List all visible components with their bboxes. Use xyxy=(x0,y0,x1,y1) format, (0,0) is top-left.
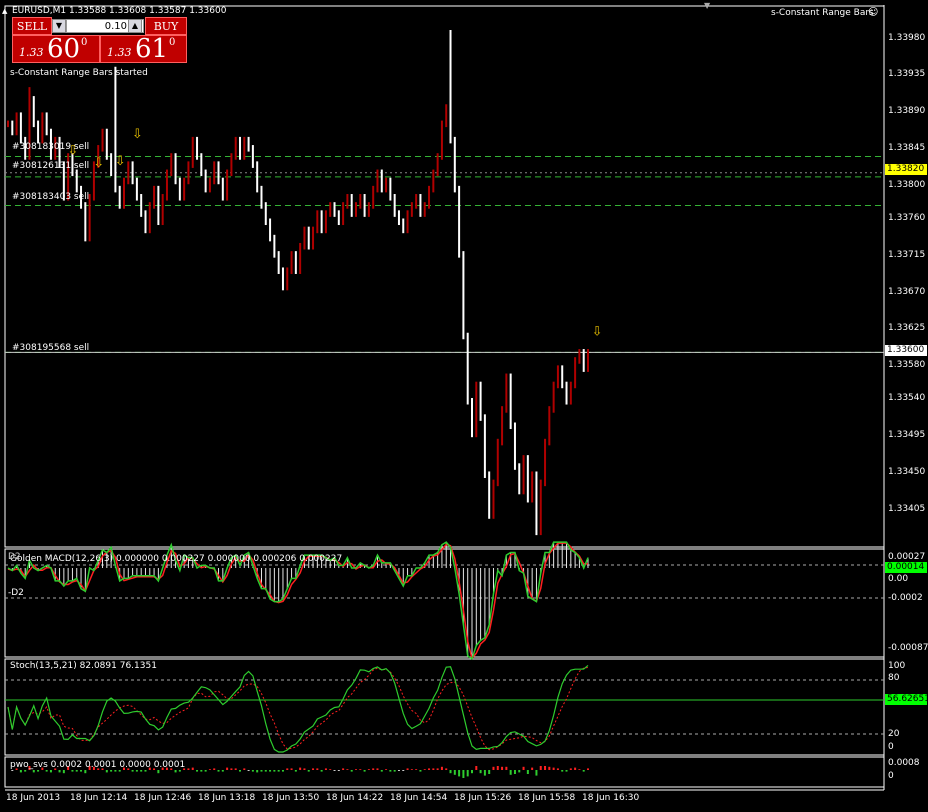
signal-arrow-icon: ⇩ xyxy=(592,325,603,340)
sell-price-sup: 0 xyxy=(81,37,88,48)
top-triangle-icon: ▼ xyxy=(704,1,711,10)
price-tick: 1.33625 xyxy=(888,323,926,333)
price-tick: 1.33845 xyxy=(888,143,926,153)
signal-arrow-icon: ⇩ xyxy=(115,154,126,169)
price-tick: 1.33935 xyxy=(888,69,926,79)
time-tick: 18 Jun 12:46 xyxy=(134,793,192,803)
smiley-icon: ☺ xyxy=(868,7,879,18)
price-tick: 1.33670 xyxy=(888,287,926,297)
stoch-tick: 0 xyxy=(888,742,894,752)
stoch-header: Stoch(13,5,21) 82.0891 76.1351 xyxy=(10,661,157,671)
time-tick: 18 Jun 15:58 xyxy=(518,793,576,803)
price-tick: 1.33760 xyxy=(888,213,926,223)
macd-current-tag: 0.00014 xyxy=(885,562,927,573)
sell-price-box[interactable]: 1.33 60 0 xyxy=(12,34,100,64)
time-tick: 18 Jun 13:18 xyxy=(198,793,256,803)
symbol-line: EURUSD,M1 1.33588 1.33608 1.33587 1.3360… xyxy=(12,6,227,16)
buy-price-big: 61 xyxy=(135,34,169,64)
price-tick: 1.33495 xyxy=(888,430,926,440)
price-tick: 1.33540 xyxy=(888,393,926,403)
time-tick: 18 Jun 12:14 xyxy=(70,793,128,803)
order-price-tag: 1.33600 xyxy=(885,345,927,356)
macd-tick: 0.00 xyxy=(888,574,909,584)
stoch-tick: 80 xyxy=(888,673,900,683)
time-tick: 18 Jun 15:26 xyxy=(454,793,512,803)
panel-frame xyxy=(4,658,885,756)
macd-tick: -0.000879 xyxy=(888,643,928,653)
current-price-tag: 1.33820 xyxy=(885,164,927,175)
chart-triangle-icon: ▲ xyxy=(2,7,8,15)
time-tick: 18 Jun 14:22 xyxy=(326,793,384,803)
sell-price-small: 1.33 xyxy=(19,46,44,59)
price-tick: 1.33405 xyxy=(888,504,926,514)
order-label[interactable]: #308183019 sell xyxy=(12,142,89,153)
chart-canvas[interactable]: ⇩⇩ ⇩⇩⇩ xyxy=(0,0,928,812)
macd-d2-label: D2 xyxy=(8,552,21,562)
lot-up-icon[interactable]: ▲ xyxy=(128,19,142,33)
stoch-current-tag: 56.62651 xyxy=(885,694,928,705)
time-tick: 18 Jun 14:54 xyxy=(390,793,448,803)
price-tick: 1.33980 xyxy=(888,33,926,43)
price-tick: 1.33715 xyxy=(888,250,926,260)
signal-arrow-icon: ⇩ xyxy=(132,127,143,142)
sell-price-big: 60 xyxy=(47,34,81,64)
price-tick: 1.33890 xyxy=(888,106,926,116)
lot-value: 0.10 xyxy=(104,21,127,32)
buy-button[interactable]: BUY xyxy=(145,17,187,35)
status-text: s-Constant Range Bars started xyxy=(10,68,148,78)
pwo-tick: 0.0008 xyxy=(888,758,920,768)
one-click-trading-panel: SELL ▼ 0.10 ▲ BUY 1.33 60 0 1.33 61 0 xyxy=(12,17,187,64)
macd-minus-d2-label: -D2 xyxy=(8,588,24,598)
stoch-tick: 20 xyxy=(888,729,900,739)
time-tick: 18 Jun 16:30 xyxy=(582,793,640,803)
order-label[interactable]: #308183403 sell xyxy=(12,192,89,203)
time-tick: 18 Jun 13:50 xyxy=(262,793,320,803)
order-label[interactable]: #308195568 sell xyxy=(12,343,89,354)
stoch-tick: 100 xyxy=(888,661,906,671)
price-tick: 1.33580 xyxy=(888,360,926,370)
macd-header: Golden MACD(12,26,3) 0.000000 0.000227 0… xyxy=(10,554,343,564)
pwo-header: pwo_svs 0.0002 0.0001 0.0000 0.0001 xyxy=(10,760,186,770)
lot-down-icon[interactable]: ▼ xyxy=(52,19,66,33)
buy-price-box[interactable]: 1.33 61 0 xyxy=(100,34,187,64)
time-tick: 18 Jun 2013 xyxy=(6,793,61,803)
sell-button[interactable]: SELL xyxy=(12,17,52,35)
chart-window[interactable]: ⇩ ⇩ ⇩ ⇩ ⇩ ▲ EURUSD,M1 1.33588 1.33608 1.3358… xyxy=(0,0,928,812)
pwo-tick: 0 xyxy=(888,771,894,781)
price-tick: 1.33450 xyxy=(888,467,926,477)
order-label[interactable]: #308126131 sell xyxy=(12,161,89,172)
stoch-main-line xyxy=(7,664,589,753)
price-tick: 1.33800 xyxy=(888,180,926,190)
buy-price-sup: 0 xyxy=(169,37,176,48)
panel-frame xyxy=(4,5,885,548)
indicator-title: s-Constant Range Bars xyxy=(771,8,874,18)
buy-price-small: 1.33 xyxy=(107,46,132,59)
signal-arrow-icon: ⇩ xyxy=(93,156,104,171)
macd-tick: -0.0002 xyxy=(888,593,923,603)
